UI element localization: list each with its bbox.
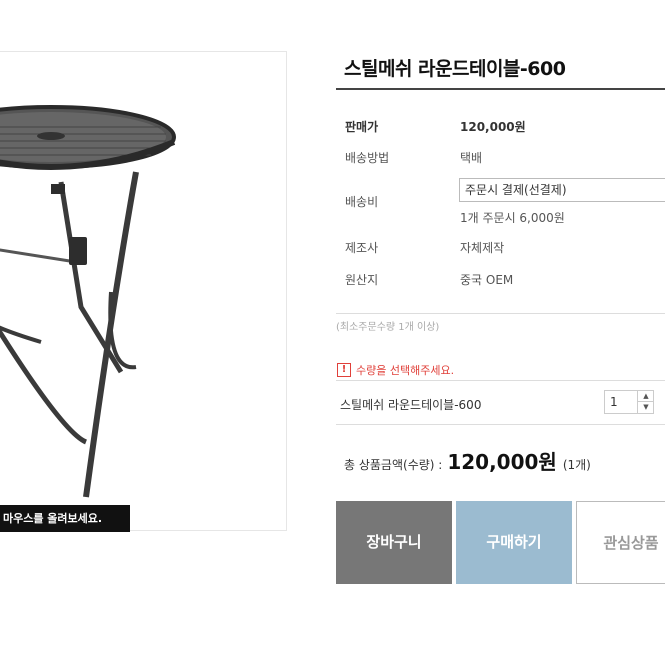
product-image[interactable] bbox=[0, 51, 287, 531]
title-divider bbox=[336, 88, 665, 90]
price-label: 판매가 bbox=[345, 120, 379, 134]
table-illustration bbox=[0, 105, 176, 498]
quantity-alert: ! 수량을 선택해주세요. bbox=[337, 362, 454, 378]
total-price: 120,000원 bbox=[447, 450, 557, 474]
option-name: 스틸메쉬 라운드테이블-600 bbox=[340, 398, 482, 412]
buy-button[interactable]: 구매하기 bbox=[456, 501, 572, 584]
quantity-down-icon[interactable]: ▼ bbox=[637, 402, 654, 413]
zoom-hint: 마우스를 올려보세요. bbox=[0, 505, 130, 532]
price-value: 120,000원 bbox=[460, 120, 526, 134]
shipping-fee-label: 배송비 bbox=[345, 195, 379, 209]
total-price-row: 총 상품금액(수량) : 120,000원 (1개) bbox=[344, 446, 591, 475]
option-bottom-divider bbox=[336, 424, 665, 425]
total-label: 총 상품금액(수량) : bbox=[344, 458, 443, 472]
delivery-label: 배송방법 bbox=[345, 151, 390, 165]
product-title: 스틸메쉬 라운드테이블-600 bbox=[344, 58, 566, 80]
warning-icon: ! bbox=[337, 363, 351, 377]
cart-button[interactable]: 장바구니 bbox=[336, 501, 452, 584]
option-top-divider bbox=[336, 380, 665, 381]
shipping-fee-note: 1개 주문시 6,000원 bbox=[460, 211, 565, 225]
maker-label: 제조사 bbox=[345, 241, 379, 255]
quantity-stepper[interactable]: 1 ▲ ▼ bbox=[604, 390, 654, 414]
alert-text: 수량을 선택해주세요. bbox=[356, 364, 455, 377]
delivery-value: 택배 bbox=[460, 151, 483, 165]
total-count: (1개) bbox=[562, 458, 591, 472]
quantity-input[interactable]: 1 bbox=[605, 391, 637, 413]
wishlist-button[interactable]: 관심상품 bbox=[576, 501, 665, 584]
info-divider bbox=[336, 313, 665, 314]
quantity-up-icon[interactable]: ▲ bbox=[637, 391, 654, 402]
origin-value: 중국 OEM bbox=[460, 273, 514, 287]
min-order-note: (최소주문수량 1개 이상) bbox=[336, 322, 440, 333]
origin-label: 원산지 bbox=[345, 273, 379, 287]
maker-value: 자체제작 bbox=[460, 241, 505, 255]
shipping-fee-select[interactable]: 주문시 결제(선결제) bbox=[459, 178, 665, 202]
